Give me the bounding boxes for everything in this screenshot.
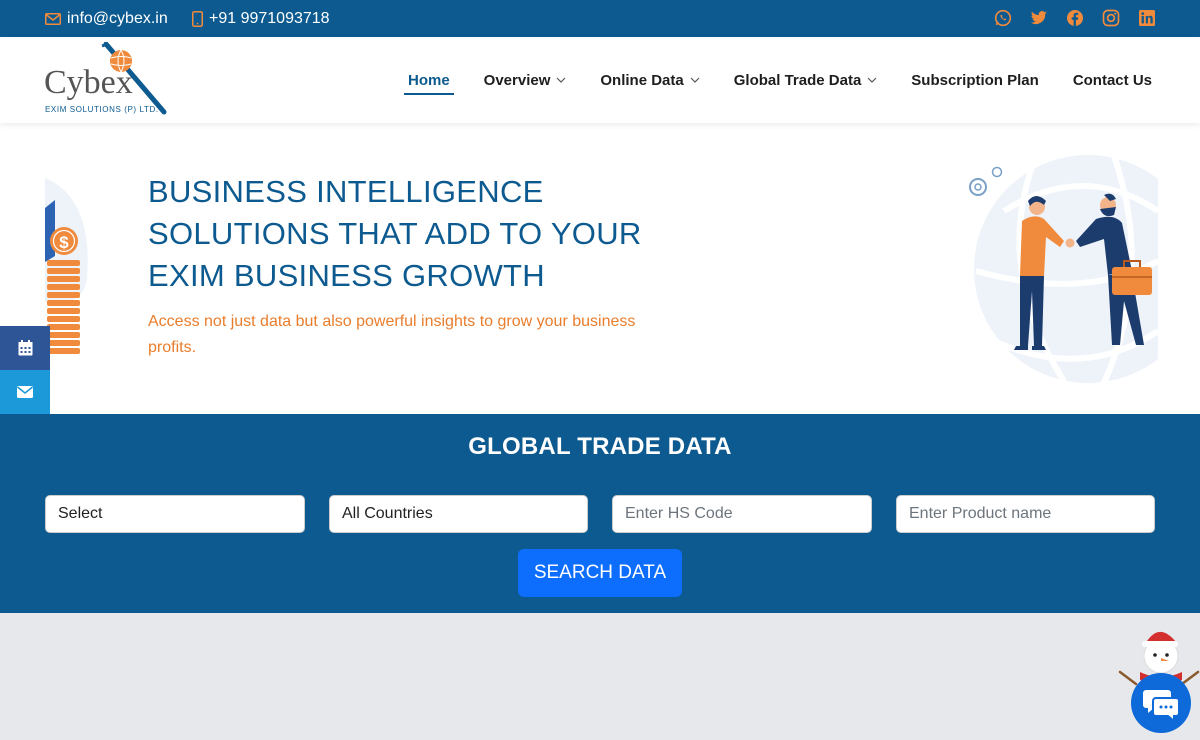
hero-heading-line: SOLUTIONS THAT ADD TO YOUR (148, 216, 642, 251)
hero-heading-line: EXIM BUSINESS GROWTH (148, 258, 545, 293)
main-navbar: Home Overview Online Data Global Trade D… (0, 37, 1200, 123)
chevron-down-icon (867, 77, 877, 83)
nav-item-subscription-plan[interactable]: Subscription Plan (911, 37, 1039, 123)
email-contact[interactable]: info@cybex.in (45, 0, 168, 37)
nav-label: Contact Us (1072, 71, 1152, 89)
hero-section: $ BUSINESS INTELLIGENCE SOLUTIONS THAT A… (0, 123, 1200, 414)
product-name-input[interactable] (896, 495, 1155, 533)
nav-item-global-trade-data[interactable]: Global Trade Data (734, 37, 878, 123)
mail-icon (17, 386, 33, 398)
nav-item-overview[interactable]: Overview (484, 37, 567, 123)
search-section-title: GLOBAL TRADE DATA (468, 433, 732, 460)
twitter-icon[interactable] (1030, 9, 1048, 27)
email-text: info@cybex.in (67, 9, 168, 27)
nav-item-online-data[interactable]: Online Data (600, 37, 700, 123)
hero-subtext: Access not just data but also powerful i… (148, 313, 636, 356)
select-value: Select (58, 505, 103, 522)
hero-heading-line: BUSINESS INTELLIGENCE (148, 174, 544, 209)
nav-label: Online Data (600, 71, 684, 89)
nav-item-contact-us[interactable]: Contact Us (1073, 37, 1152, 123)
nav-label: Subscription Plan (911, 71, 1039, 89)
nav-item-home[interactable]: Home (404, 37, 454, 123)
chevron-down-icon (556, 77, 566, 83)
linkedin-icon[interactable] (1138, 9, 1156, 27)
svg-text:Cybex: Cybex (44, 64, 133, 101)
phone-contact[interactable]: +91 9971093718 (192, 0, 330, 37)
envelope-icon (45, 12, 61, 25)
select-value: All Countries (342, 505, 433, 522)
side-quick-tabs (0, 326, 50, 414)
top-contact-bar: info@cybex.in +91 9971093718 (0, 0, 1200, 37)
country-select[interactable]: All Countries (329, 495, 588, 533)
logo-tagline: EXIM SOLUTIONS (P) LTD. (45, 105, 159, 114)
hs-code-input[interactable] (612, 495, 872, 533)
mail-tab[interactable] (0, 370, 50, 414)
svg-text:$: $ (59, 233, 69, 252)
nav-menu: Home Overview Online Data Global Trade D… (374, 37, 1152, 123)
cybex-logo[interactable]: Cybex EXIM SOLUTIONS (P) LTD. (44, 41, 168, 116)
content-placeholder-area (0, 613, 1200, 740)
whatsapp-icon[interactable] (994, 9, 1012, 27)
nav-label: Overview (483, 71, 551, 89)
chat-widget[interactable] (1118, 624, 1200, 734)
instagram-icon[interactable] (1102, 9, 1120, 27)
chevron-down-icon (690, 77, 700, 83)
hero-heading: BUSINESS INTELLIGENCE SOLUTIONS THAT ADD… (148, 171, 668, 297)
search-data-button[interactable]: SEARCH DATA (518, 549, 682, 597)
social-links (994, 9, 1156, 27)
handshake-illustration (969, 155, 1158, 385)
global-trade-search: GLOBAL TRADE DATA Select All Countries S… (0, 414, 1200, 613)
nav-label: Global Trade Data (733, 71, 862, 89)
data-type-select[interactable]: Select (45, 495, 305, 533)
nav-label: Home (407, 71, 450, 89)
mobile-icon (192, 10, 203, 27)
calendar-tab[interactable] (0, 326, 50, 370)
facebook-icon[interactable] (1066, 9, 1084, 27)
calendar-icon (18, 340, 32, 356)
coins-illustration: $ (45, 178, 88, 354)
phone-text: +91 9971093718 (209, 9, 330, 27)
